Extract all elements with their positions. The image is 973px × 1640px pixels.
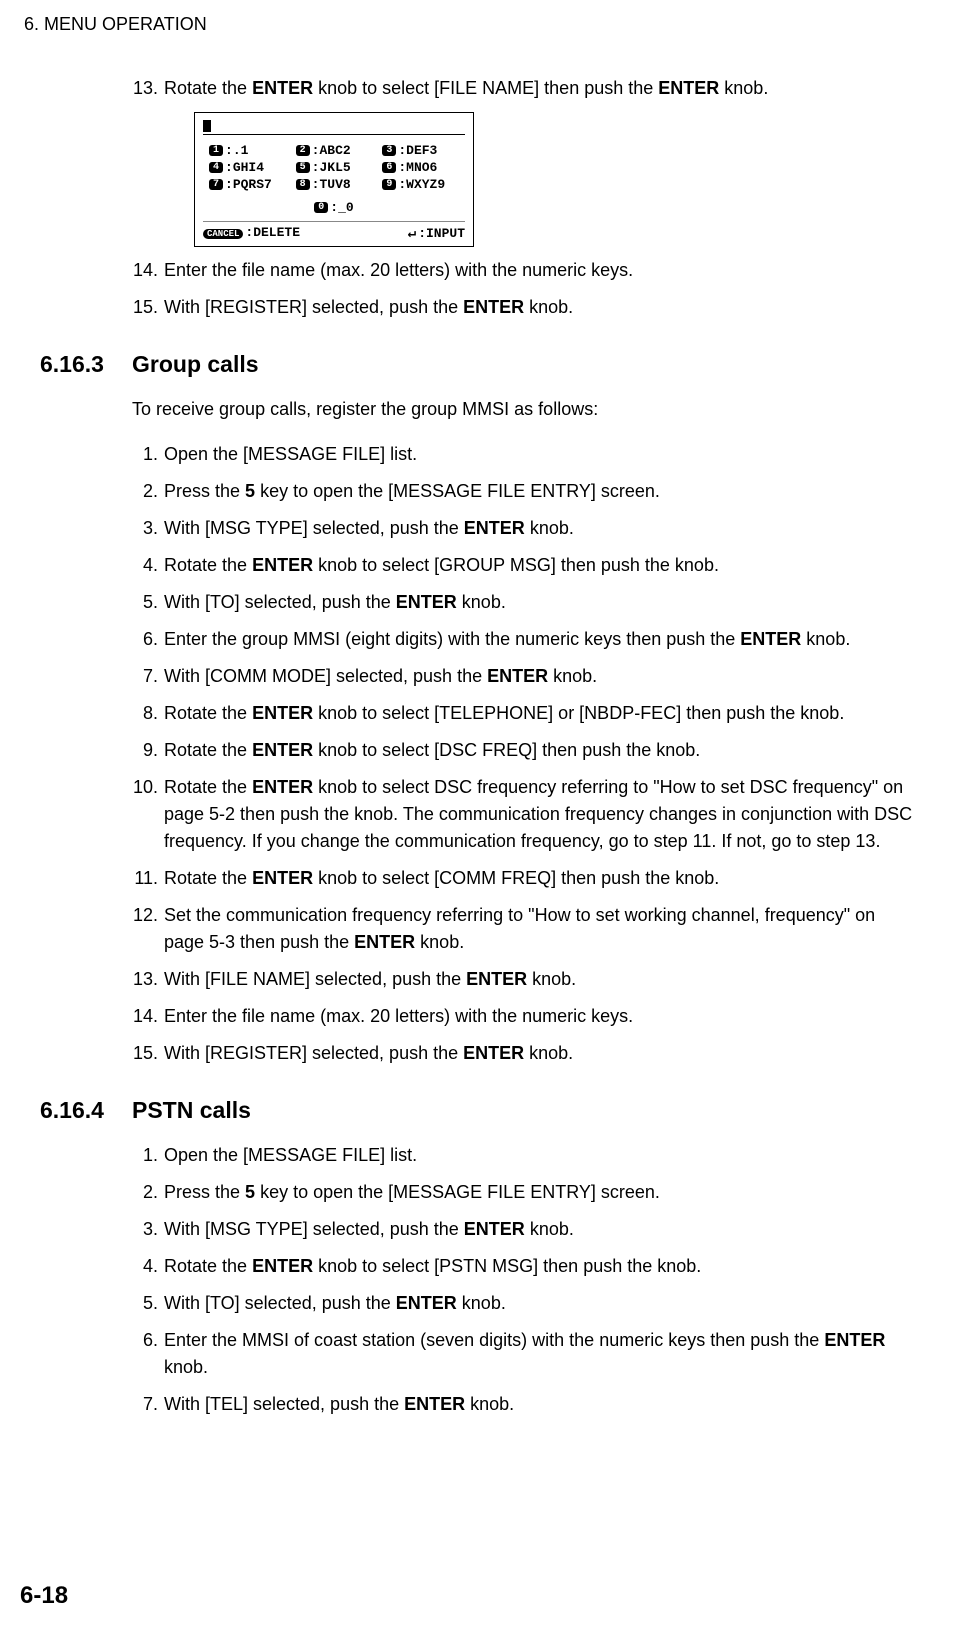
- section-number: 6.16.4: [40, 1097, 132, 1124]
- key-6: 6:MNO6: [382, 160, 459, 175]
- list-item: 15. With [REGISTER] selected, push the E…: [132, 294, 913, 321]
- section-heading: 6.16.4 PSTN calls: [20, 1097, 913, 1124]
- list-item: 2.Press the 5 key to open the [MESSAGE F…: [132, 478, 913, 505]
- input-key: ↵:INPUT: [408, 225, 465, 242]
- section-intro: To receive group calls, register the gro…: [132, 396, 913, 423]
- section-content: 1.Open the [MESSAGE FILE] list. 2.Press …: [132, 1142, 913, 1418]
- list-item: 4.Rotate the ENTER knob to select [PSTN …: [132, 1253, 913, 1280]
- key-4: 4:GHI4: [209, 160, 286, 175]
- step-text: Enter the file name (max. 20 letters) wi…: [164, 257, 913, 284]
- top-steps-cont: 14. Enter the file name (max. 20 letters…: [132, 257, 913, 321]
- list-item: 15.With [REGISTER] selected, push the EN…: [132, 1040, 913, 1067]
- cursor-icon: [203, 120, 211, 132]
- key-1: 1:.1: [209, 143, 286, 158]
- list-item: 4.Rotate the ENTER knob to select [GROUP…: [132, 552, 913, 579]
- section-title: Group calls: [132, 351, 259, 378]
- list-item: 11.Rotate the ENTER knob to select [COMM…: [132, 865, 913, 892]
- step-number: 15.: [132, 294, 164, 321]
- keypad-grid: 1:.1 2:ABC2 3:DEF3 4:GHI4 5:JKL5 6:MNO6 …: [209, 143, 459, 192]
- list-item: 7.With [TEL] selected, push the ENTER kn…: [132, 1391, 913, 1418]
- step-text: With [REGISTER] selected, push the ENTER…: [164, 294, 913, 321]
- keypad-footer: CANCEL:DELETE ↵:INPUT: [203, 221, 465, 242]
- list-item: 8.Rotate the ENTER knob to select [TELEP…: [132, 700, 913, 727]
- page-number: 6-18: [20, 1582, 68, 1610]
- list-item: 12.Set the communication frequency refer…: [132, 902, 913, 956]
- key-5: 5:JKL5: [296, 160, 373, 175]
- list-item: 10.Rotate the ENTER knob to select DSC f…: [132, 774, 913, 855]
- step-number: 13.: [132, 75, 164, 102]
- key-0-row: 0:_0: [203, 198, 465, 215]
- list-item: 3.With [MSG TYPE] selected, push the ENT…: [132, 515, 913, 542]
- list-item: 6.Enter the group MMSI (eight digits) wi…: [132, 626, 913, 653]
- section-heading: 6.16.3 Group calls: [20, 351, 913, 378]
- list-item: 14.Enter the file name (max. 20 letters)…: [132, 1003, 913, 1030]
- group-calls-steps: 1.Open the [MESSAGE FILE] list. 2.Press …: [132, 441, 913, 1067]
- key-0: 0:_0: [314, 200, 353, 215]
- pstn-calls-steps: 1.Open the [MESSAGE FILE] list. 2.Press …: [132, 1142, 913, 1418]
- key-9: 9:WXYZ9: [382, 177, 459, 192]
- list-item: 6.Enter the MMSI of coast station (seven…: [132, 1327, 913, 1381]
- page-header: 6. MENU OPERATION: [24, 14, 913, 35]
- key-7: 7:PQRS7: [209, 177, 286, 192]
- list-item: 9.Rotate the ENTER knob to select [DSC F…: [132, 737, 913, 764]
- key-2: 2:ABC2: [296, 143, 373, 158]
- list-item: 1.Open the [MESSAGE FILE] list.: [132, 1142, 913, 1169]
- list-item: 13.With [FILE NAME] selected, push the E…: [132, 966, 913, 993]
- list-item: 5.With [TO] selected, push the ENTER kno…: [132, 1290, 913, 1317]
- cancel-key: CANCEL:DELETE: [203, 225, 300, 242]
- list-item: 2.Press the 5 key to open the [MESSAGE F…: [132, 1179, 913, 1206]
- device-keypad-figure: 1:.1 2:ABC2 3:DEF3 4:GHI4 5:JKL5 6:MNO6 …: [194, 112, 474, 247]
- list-item: 3.With [MSG TYPE] selected, push the ENT…: [132, 1216, 913, 1243]
- filename-input-display: [203, 119, 465, 135]
- step-text: Rotate the ENTER knob to select [FILE NA…: [164, 75, 913, 102]
- section-number: 6.16.3: [40, 351, 132, 378]
- top-steps: 13. Rotate the ENTER knob to select [FIL…: [132, 75, 913, 102]
- list-item: 13. Rotate the ENTER knob to select [FIL…: [132, 75, 913, 102]
- key-3: 3:DEF3: [382, 143, 459, 158]
- content: 13. Rotate the ENTER knob to select [FIL…: [132, 75, 913, 321]
- list-item: 1.Open the [MESSAGE FILE] list.: [132, 441, 913, 468]
- page: 6. MENU OPERATION 13. Rotate the ENTER k…: [0, 0, 973, 1468]
- list-item: 7.With [COMM MODE] selected, push the EN…: [132, 663, 913, 690]
- step-number: 14.: [132, 257, 164, 284]
- enter-arrow-icon: ↵: [408, 226, 416, 242]
- key-8: 8:TUV8: [296, 177, 373, 192]
- list-item: 14. Enter the file name (max. 20 letters…: [132, 257, 913, 284]
- section-content: To receive group calls, register the gro…: [132, 396, 913, 1067]
- section-title: PSTN calls: [132, 1097, 251, 1124]
- list-item: 5.With [TO] selected, push the ENTER kno…: [132, 589, 913, 616]
